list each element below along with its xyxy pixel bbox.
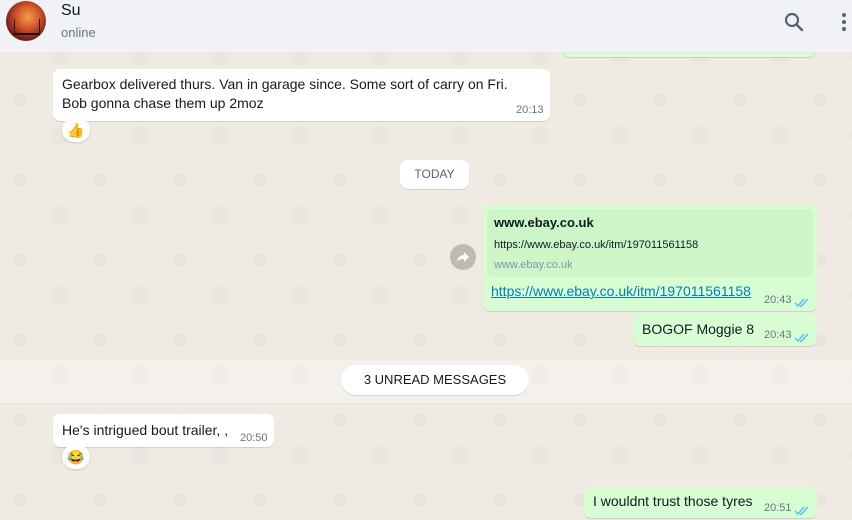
message-bubble-outgoing[interactable]: I wouldnt trust those tyres 20:51 [584, 487, 817, 518]
search-icon[interactable] [782, 10, 806, 34]
read-ticks-icon [794, 295, 810, 308]
message-text: BOGOF Moggie 8 [642, 321, 755, 337]
read-ticks-icon [794, 330, 810, 343]
message-time: 20:50 [240, 432, 268, 444]
message-bubble-incoming[interactable]: Gearbox delivered thurs. Van in garage s… [53, 69, 550, 121]
message-time: 20:43 [764, 294, 792, 306]
message-text-line: Gearbox delivered thurs. Van in garage s… [62, 76, 508, 92]
message-text: I wouldnt trust those tyres [593, 493, 753, 509]
link-preview-title: www.ebay.co.uk [494, 215, 594, 230]
message-bubble-incoming[interactable]: He's intrigued bout trailer, , 20:50 [53, 414, 274, 447]
reaction-laughing-icon[interactable]: 😂 [62, 445, 90, 469]
contact-name[interactable]: Su [61, 2, 81, 20]
message-time: 20:13 [516, 104, 544, 116]
message-time: 20:51 [764, 502, 792, 514]
forward-icon[interactable] [450, 244, 476, 270]
chat-header: Su online [0, 0, 852, 53]
reaction-thumbs-up-icon[interactable]: 👍 [62, 118, 90, 142]
avatar[interactable] [6, 1, 46, 41]
more-vertical-icon[interactable] [832, 10, 852, 34]
message-text: He's intrigued bout trailer, , [62, 422, 229, 438]
date-divider: TODAY [400, 160, 469, 189]
message-link[interactable]: https://www.ebay.co.uk/itm/197011561158 [491, 283, 751, 299]
message-bubble-outgoing[interactable]: BOGOF Moggie 8 20:43 [633, 314, 817, 346]
message-bubble-outgoing-link[interactable]: www.ebay.co.uk https://www.ebay.co.uk/it… [483, 205, 817, 311]
contact-status: online [61, 25, 96, 40]
link-preview-url: https://www.ebay.co.uk/itm/197011561158 [494, 239, 699, 251]
unread-messages-divider: 3 UNREAD MESSAGES [341, 365, 529, 395]
link-preview-domain: www.ebay.co.uk [494, 259, 573, 271]
link-preview-card[interactable]: www.ebay.co.uk https://www.ebay.co.uk/it… [487, 209, 813, 277]
message-time: 20:43 [764, 329, 792, 341]
read-ticks-icon [794, 503, 810, 516]
message-text-line: Bob gonna chase them up 2moz [62, 95, 264, 111]
